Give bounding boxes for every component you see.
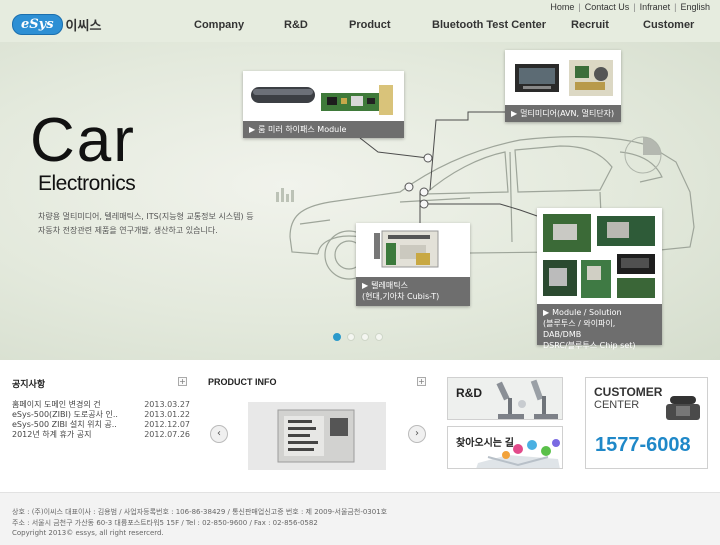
- nav-customer[interactable]: Customer: [643, 19, 694, 31]
- main-nav: Company R&D Product Bluetooth Test Cente…: [0, 19, 720, 35]
- product-caption-text: 텔레매틱스: [371, 281, 408, 290]
- nav-product[interactable]: Product: [349, 19, 391, 31]
- nav-bluetooth-test-center[interactable]: Bluetooth Test Center: [432, 19, 546, 31]
- divider: |: [674, 2, 677, 12]
- notice-date: 2013.01.22: [144, 410, 190, 419]
- slide-dot[interactable]: [361, 333, 369, 341]
- hero-title: Car: [30, 106, 136, 175]
- util-contact-link[interactable]: Contact Us: [585, 2, 630, 12]
- notice-date: 2013.03.27: [144, 400, 190, 409]
- map-pins-icon: [476, 439, 560, 468]
- arrow-icon: ▶: [511, 109, 518, 118]
- telematics-photo: [374, 230, 439, 268]
- slide-dot[interactable]: [375, 333, 383, 341]
- hero-subtitle: Electronics: [38, 172, 136, 195]
- notice-item[interactable]: 홈페이지 도메인 변경의 건 2013.03.27: [12, 400, 190, 410]
- utility-links: Home | Contact Us | Infranet | English: [550, 2, 710, 12]
- hero-description: 차량용 멀티미디어, 텔레매틱스, ITS(지능형 교통정보 시스템) 등 자동…: [38, 210, 288, 238]
- notice-text: 2012년 하계 휴가 공지: [12, 430, 92, 439]
- slide-dot[interactable]: [333, 333, 341, 341]
- product-caption-text: 룸 미러 하이패스 Module: [258, 125, 347, 134]
- customer-phone[interactable]: 1577-6008: [595, 434, 691, 457]
- arrow-icon: ▶: [249, 125, 256, 134]
- microscope-icon: [496, 379, 558, 419]
- notice-date: 2012.07.26: [144, 430, 190, 439]
- product-card-module[interactable]: ▶ Module / Solution (블루투스 / 와이파이, DAB/DMB…: [537, 208, 662, 350]
- prev-arrow-icon[interactable]: ‹: [210, 425, 228, 443]
- util-infranet-link[interactable]: Infranet: [640, 2, 671, 12]
- arrow-icon: ▶: [543, 308, 550, 317]
- hero-desc-line: 차량용 멀티미디어, 텔레매틱스, ITS(지능형 교통정보 시스템) 등: [38, 212, 254, 221]
- footer-address: 주소 : 서울시 금천구 가산동 60-3 대륭포스트타워5 15F / Tel…: [12, 519, 318, 527]
- product-chip-photo: [277, 409, 355, 463]
- nav-recruit[interactable]: Recruit: [571, 19, 609, 31]
- product-info-title: PRODUCT INFO: [208, 377, 277, 387]
- footer-copyright: Copyright 2013© essys, all right reserce…: [12, 529, 164, 537]
- rnd-banner[interactable]: R&D: [447, 377, 563, 420]
- notice-item[interactable]: eSys-500 ZIBI 설치 위치 공.. 2012.12.07: [12, 420, 190, 430]
- header: eSys 이씨스 Home | Contact Us | Infranet | …: [0, 0, 720, 42]
- product-caption-text: 멀티미디어(AVN, 멀티단자): [520, 109, 615, 118]
- product-caption-text: (블루투스 / 와이파이, DAB/DMB: [543, 319, 616, 339]
- product-info-image[interactable]: [248, 402, 386, 470]
- notice-title: 공지사항: [12, 379, 46, 389]
- module-chips-photo: [543, 214, 655, 298]
- notice-list: 홈페이지 도메인 변경의 건 2013.03.27 eSys-500(ZIBI) …: [12, 400, 190, 440]
- product-caption: ▶ 멀티미디어(AVN, 멀티단자): [505, 105, 621, 122]
- notice-item[interactable]: 2012년 하계 휴가 공지 2012.07.26: [12, 430, 190, 440]
- nav-rnd[interactable]: R&D: [284, 19, 308, 31]
- notice-item[interactable]: eSys-500(ZIBI) 도로공사 인.. 2013.01.22: [12, 410, 190, 420]
- notice-more-plus-icon[interactable]: +: [178, 377, 187, 386]
- footer-company-info: 상호 : (주)이씨스 대표이사 : 김용범 / 사업자등록번호 : 106-8…: [12, 508, 388, 516]
- next-arrow-icon[interactable]: ›: [408, 425, 426, 443]
- product-caption-text: DSRC/블루투스 Chip set): [543, 341, 636, 350]
- notice-text: eSys-500 ZIBI 설치 위치 공..: [12, 420, 117, 429]
- divider: |: [578, 2, 581, 12]
- product-caption-text: (현대,기아차 Cubis-T): [362, 292, 440, 301]
- hero-banner: Car Electronics 차량용 멀티미디어, 텔레매틱스, ITS(지능…: [0, 42, 720, 360]
- location-banner[interactable]: 찾아오시는 길: [447, 426, 563, 469]
- product-caption-text: Module / Solution: [552, 308, 622, 317]
- product-caption: ▶ 룸 미러 하이패스 Module: [243, 121, 404, 138]
- product-caption: ▶ Module / Solution (블루투스 / 와이파이, DAB/DMB…: [537, 304, 662, 350]
- divider: |: [633, 2, 636, 12]
- hero-desc-line: 자동차 전장관련 제품을 연구개발, 생산하고 있습니다.: [38, 226, 218, 235]
- customer-center-banner[interactable]: CUSTOMER CENTER 1577-6008: [585, 377, 708, 469]
- slide-dot[interactable]: [347, 333, 355, 341]
- util-home-link[interactable]: Home: [550, 2, 574, 12]
- notice-text: eSys-500(ZIBI) 도로공사 인..: [12, 410, 118, 419]
- product-more-plus-icon[interactable]: +: [417, 377, 426, 386]
- notice-text: 홈페이지 도메인 변경의 건: [12, 400, 101, 409]
- nav-company[interactable]: Company: [194, 19, 244, 31]
- notice-date: 2012.12.07: [144, 420, 190, 429]
- multimedia-photo: [515, 60, 613, 96]
- product-card-multimedia[interactable]: ▶ 멀티미디어(AVN, 멀티단자): [505, 50, 621, 122]
- room-mirror-photo: [251, 85, 393, 115]
- slide-indicator: [333, 333, 389, 341]
- product-card-telematics[interactable]: ▶ 텔레매틱스 (현대,기아차 Cubis-T): [356, 223, 470, 306]
- product-card-mirror[interactable]: ▶ 룸 미러 하이패스 Module: [243, 71, 404, 138]
- product-caption: ▶ 텔레매틱스 (현대,기아차 Cubis-T): [356, 277, 470, 306]
- footer: 상호 : (주)이씨스 대표이사 : 김용범 / 사업자등록번호 : 106-8…: [0, 492, 720, 545]
- util-english-link[interactable]: English: [680, 2, 710, 12]
- arrow-icon: ▶: [362, 281, 369, 290]
